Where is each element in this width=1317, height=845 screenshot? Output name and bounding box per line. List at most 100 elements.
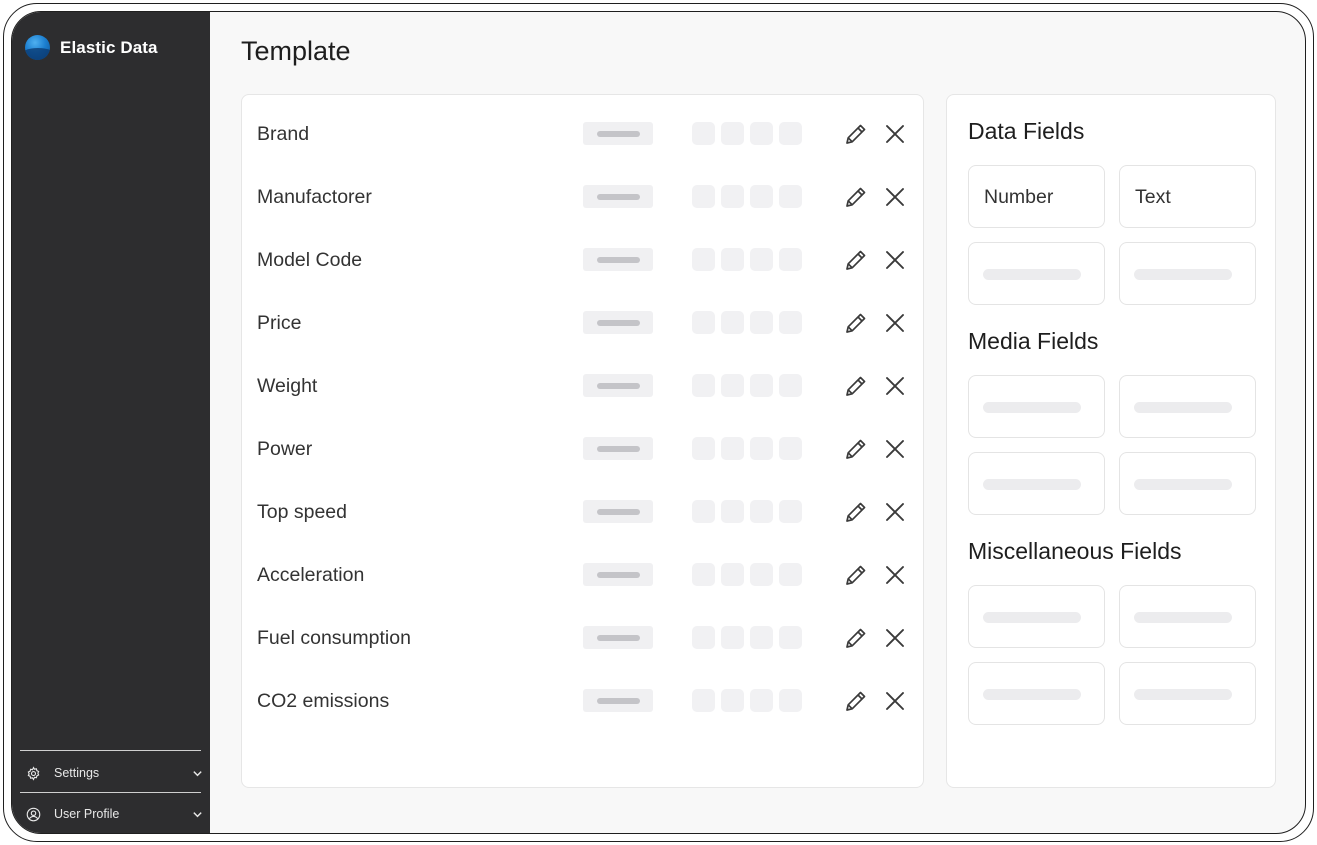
edit-field-button[interactable]: [842, 120, 870, 148]
chevron-down-icon[interactable]: [191, 767, 203, 779]
delete-field-button[interactable]: [881, 372, 909, 400]
field-type-tile-text[interactable]: Text: [1119, 165, 1256, 228]
tile-placeholder: [1134, 479, 1232, 490]
option-placeholder: [750, 122, 773, 145]
field-option-placeholders: [692, 248, 802, 271]
field-row[interactable]: CO2 emissions: [242, 681, 923, 721]
option-placeholder: [721, 311, 744, 334]
close-icon: [886, 692, 904, 710]
gear-icon: [25, 765, 41, 781]
section-title: Media Fields: [968, 328, 1099, 354]
field-row[interactable]: Weight: [242, 366, 923, 406]
close-icon: [886, 188, 904, 206]
section-title: Data Fields: [968, 118, 1085, 144]
field-label: Price: [257, 312, 302, 334]
delete-field-button[interactable]: [881, 561, 909, 589]
close-icon: [886, 125, 904, 143]
close-icon: [886, 377, 904, 395]
edit-field-button[interactable]: [842, 624, 870, 652]
brand[interactable]: Elastic Data: [25, 35, 158, 60]
chevron-down-icon[interactable]: [191, 808, 203, 820]
app-name: Elastic Data: [60, 37, 158, 57]
field-type-tile[interactable]: [1119, 375, 1256, 438]
delete-field-button[interactable]: [881, 309, 909, 337]
field-type-placeholder: [583, 437, 653, 460]
option-placeholder: [779, 248, 802, 271]
edit-field-button[interactable]: [842, 246, 870, 274]
sidebar: Elastic Data Settings User Profile: [12, 12, 210, 833]
field-type-tile[interactable]: [968, 242, 1105, 305]
edit-field-button[interactable]: [842, 309, 870, 337]
field-row[interactable]: Acceleration: [242, 555, 923, 595]
field-option-placeholders: [692, 689, 802, 712]
sidebar-item-label: User Profile: [54, 807, 120, 821]
tile-placeholder: [1134, 612, 1232, 623]
close-icon: [886, 629, 904, 647]
pencil-icon: [846, 313, 866, 333]
tile-placeholder: [983, 689, 1081, 700]
edit-field-button[interactable]: [842, 687, 870, 715]
delete-field-button[interactable]: [881, 183, 909, 211]
option-placeholder: [692, 185, 715, 208]
option-placeholder: [779, 689, 802, 712]
sidebar-item-user-profile[interactable]: User Profile: [25, 801, 203, 827]
field-type-tile[interactable]: [968, 375, 1105, 438]
edit-field-button[interactable]: [842, 561, 870, 589]
section-title: Miscellaneous Fields: [968, 538, 1182, 564]
option-placeholder: [721, 500, 744, 523]
option-placeholder: [721, 248, 744, 271]
option-placeholder: [750, 689, 773, 712]
field-row[interactable]: Manufactorer: [242, 177, 923, 217]
option-placeholder: [779, 437, 802, 460]
field-type-tile[interactable]: [1119, 452, 1256, 515]
delete-field-button[interactable]: [881, 687, 909, 715]
tile-placeholder: [983, 479, 1081, 490]
option-placeholder: [750, 563, 773, 586]
delete-field-button[interactable]: [881, 435, 909, 463]
pencil-icon: [846, 628, 866, 648]
field-row[interactable]: Power: [242, 429, 923, 469]
field-row[interactable]: Fuel consumption: [242, 618, 923, 658]
field-type-tile-number[interactable]: Number: [968, 165, 1105, 228]
delete-field-button[interactable]: [881, 120, 909, 148]
sidebar-item-settings[interactable]: Settings: [25, 760, 203, 786]
close-icon: [886, 251, 904, 269]
edit-field-button[interactable]: [842, 435, 870, 463]
tile-placeholder: [983, 402, 1081, 413]
pencil-icon: [846, 691, 866, 711]
sidebar-divider: [20, 792, 201, 793]
option-placeholder: [750, 500, 773, 523]
edit-field-button[interactable]: [842, 498, 870, 526]
field-row[interactable]: Model Code: [242, 240, 923, 280]
field-row[interactable]: Price: [242, 303, 923, 343]
field-type-tile[interactable]: [968, 585, 1105, 648]
option-placeholder: [779, 374, 802, 397]
close-icon: [886, 503, 904, 521]
field-type-tile[interactable]: [1119, 242, 1256, 305]
field-type-tile[interactable]: [1119, 662, 1256, 725]
option-placeholder: [721, 689, 744, 712]
edit-field-button[interactable]: [842, 372, 870, 400]
user-circle-icon: [25, 806, 41, 822]
field-option-placeholders: [692, 122, 802, 145]
field-option-placeholders: [692, 437, 802, 460]
tile-placeholder: [983, 612, 1081, 623]
field-type-tile[interactable]: [968, 452, 1105, 515]
field-type-tile[interactable]: [1119, 585, 1256, 648]
pencil-icon: [846, 565, 866, 585]
delete-field-button[interactable]: [881, 246, 909, 274]
option-placeholder: [779, 626, 802, 649]
edit-field-button[interactable]: [842, 183, 870, 211]
delete-field-button[interactable]: [881, 498, 909, 526]
delete-field-button[interactable]: [881, 624, 909, 652]
field-row[interactable]: Top speed: [242, 492, 923, 532]
field-type-tile[interactable]: [968, 662, 1105, 725]
pencil-icon: [846, 124, 866, 144]
field-label: Acceleration: [257, 564, 365, 586]
option-placeholder: [692, 122, 715, 145]
field-row[interactable]: Brand: [242, 114, 923, 154]
option-placeholder: [721, 374, 744, 397]
option-placeholder: [692, 437, 715, 460]
field-type-placeholder: [583, 311, 653, 334]
tile-label: Number: [984, 186, 1054, 208]
